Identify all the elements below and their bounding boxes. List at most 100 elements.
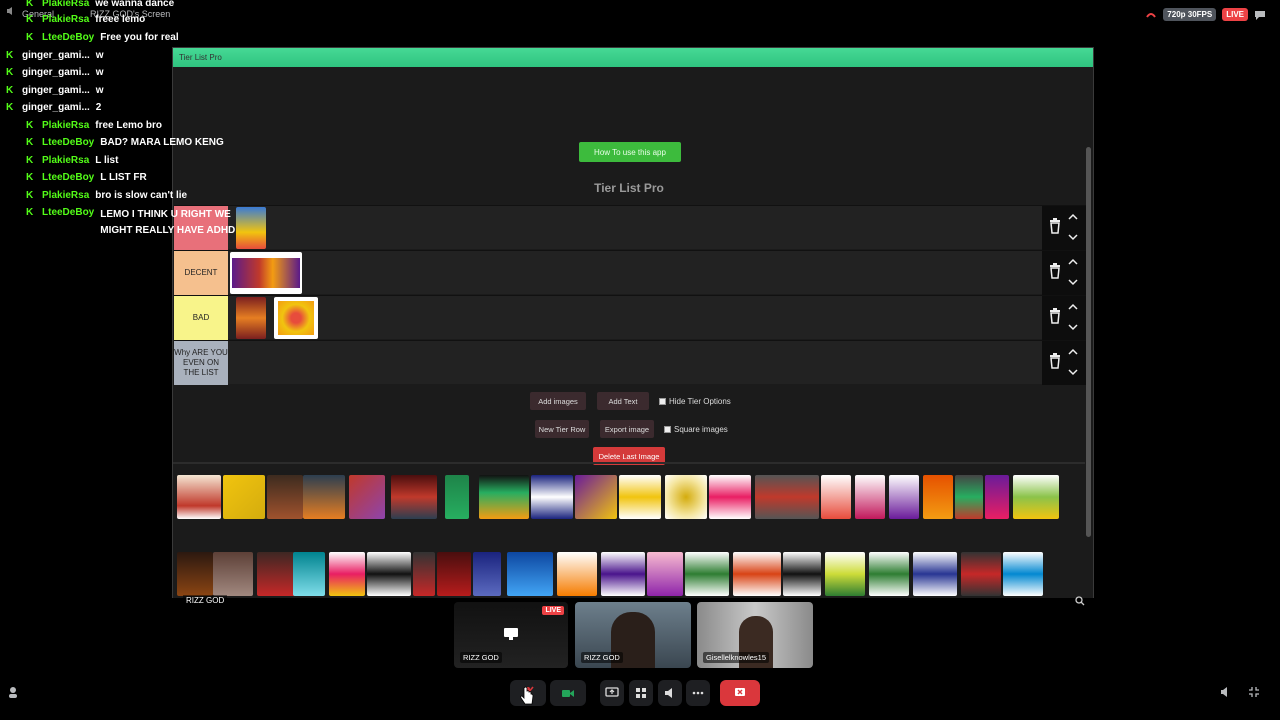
soundboard-button[interactable] <box>658 680 682 706</box>
pool-image[interactable] <box>1003 552 1043 596</box>
pool-image[interactable] <box>665 475 707 519</box>
pool-image[interactable] <box>293 552 325 596</box>
hide-tier-options-label: Hide Tier Options <box>669 397 731 406</box>
how-to-button[interactable]: How To use this app <box>579 142 681 162</box>
activities-button[interactable] <box>629 680 653 706</box>
chevron-down-icon[interactable] <box>1068 277 1078 287</box>
add-text-button[interactable]: Add Text <box>597 392 649 410</box>
kick-icon: K <box>26 32 34 43</box>
add-images-button[interactable]: Add images <box>530 392 586 410</box>
pool-image[interactable] <box>913 552 957 596</box>
kick-icon: K <box>26 14 34 25</box>
kick-icon: K <box>26 120 34 131</box>
pool-image[interactable] <box>709 475 751 519</box>
pool-image[interactable] <box>955 475 983 519</box>
pool-image[interactable] <box>223 475 265 519</box>
pool-image[interactable] <box>257 552 297 596</box>
pool-image[interactable] <box>479 475 529 519</box>
tier-image[interactable] <box>274 297 318 339</box>
leave-call-button[interactable] <box>720 680 760 706</box>
pool-image[interactable] <box>437 552 471 596</box>
tier-label[interactable]: DECENT <box>174 251 228 295</box>
pool-image[interactable] <box>889 475 919 519</box>
pool-image[interactable] <box>825 552 865 596</box>
checkbox-box[interactable] <box>659 398 666 405</box>
tier-label[interactable]: Why ARE YOU EVEN ON THE LIST <box>174 341 228 385</box>
pool-image[interactable] <box>557 552 597 596</box>
square-images-checkbox[interactable]: Square images <box>664 425 728 434</box>
pool-image[interactable] <box>733 552 781 596</box>
pool-image[interactable] <box>391 475 437 519</box>
hide-tier-options-checkbox[interactable]: Hide Tier Options <box>659 397 731 406</box>
divider <box>173 462 1085 464</box>
pool-image[interactable] <box>869 552 909 596</box>
participant-tile[interactable]: LIVE RIZZ GOD <box>454 602 568 668</box>
chevron-up-icon[interactable] <box>1068 212 1078 222</box>
pool-image[interactable] <box>445 475 469 519</box>
tier-row <box>174 205 1086 250</box>
pool-image[interactable] <box>329 552 365 596</box>
pool-image[interactable] <box>821 475 851 519</box>
grid-icon <box>636 688 646 698</box>
pool-image[interactable] <box>755 475 819 519</box>
speaker-icon[interactable] <box>6 6 16 16</box>
pool-image[interactable] <box>601 552 645 596</box>
tier-image[interactable] <box>236 297 266 339</box>
pool-image[interactable] <box>923 475 953 519</box>
volume-icon[interactable] <box>1220 686 1232 698</box>
trash-icon[interactable] <box>1049 263 1061 279</box>
chevron-up-icon[interactable] <box>1068 302 1078 312</box>
export-image-button[interactable]: Export image <box>600 420 654 438</box>
checkbox-box[interactable] <box>664 426 671 433</box>
more-options-button[interactable] <box>686 680 710 706</box>
chat-username: PlakieRsa <box>42 14 90 25</box>
chat-bubble-icon[interactable] <box>1254 9 1266 21</box>
pool-image[interactable] <box>855 475 885 519</box>
pool-image[interactable] <box>177 475 221 519</box>
new-tier-row-button[interactable]: New Tier Row <box>535 420 589 438</box>
chat-message: K LteeDeBoy L LIST FR <box>26 172 147 183</box>
pool-image[interactable] <box>507 552 553 596</box>
quality-badge: 720p 30FPS <box>1163 8 1217 21</box>
pool-image[interactable] <box>177 552 213 596</box>
chat-username: ginger_gami... <box>22 85 90 96</box>
pool-image[interactable] <box>367 552 411 596</box>
zoom-icon[interactable] <box>1075 596 1085 606</box>
chat-username: LteeDeBoy <box>42 207 95 218</box>
chevron-up-icon[interactable] <box>1068 347 1078 357</box>
pool-image[interactable] <box>267 475 303 519</box>
pool-image[interactable] <box>531 475 573 519</box>
pool-image[interactable] <box>783 552 821 596</box>
pool-image[interactable] <box>575 475 617 519</box>
pool-image[interactable] <box>647 552 683 596</box>
chevron-down-icon[interactable] <box>1068 367 1078 377</box>
pool-image[interactable] <box>349 475 385 519</box>
activity-icon[interactable] <box>7 686 19 698</box>
pool-image[interactable] <box>961 552 1001 596</box>
chevron-up-icon[interactable] <box>1068 257 1078 267</box>
chat-message: K PlakieRsa freee lemo <box>26 14 145 25</box>
chevron-down-icon[interactable] <box>1068 232 1078 242</box>
call-controls <box>0 680 1280 706</box>
tier-image[interactable] <box>230 252 302 294</box>
pool-image[interactable] <box>303 475 345 519</box>
pool-image[interactable] <box>473 552 501 596</box>
tier-label[interactable]: BAD <box>174 296 228 340</box>
pool-image[interactable] <box>1013 475 1059 519</box>
fullscreen-exit-icon[interactable] <box>1248 686 1260 698</box>
trash-icon[interactable] <box>1049 353 1061 369</box>
trash-icon[interactable] <box>1049 218 1061 234</box>
pool-image[interactable] <box>685 552 729 596</box>
trash-icon[interactable] <box>1049 308 1061 324</box>
camera-button[interactable] <box>550 680 586 706</box>
pool-image[interactable] <box>213 552 253 596</box>
pool-image[interactable] <box>619 475 661 519</box>
chat-text: BAD? MARA LEMO KENG <box>100 137 224 148</box>
pool-image[interactable] <box>985 475 1009 519</box>
participant-tile[interactable]: RIZZ GOD <box>575 602 691 668</box>
participant-tile[interactable]: Gisellelknowles15 <box>697 602 813 668</box>
scrollbar[interactable] <box>1086 147 1091 537</box>
share-screen-button[interactable] <box>600 680 624 706</box>
pool-image[interactable] <box>413 552 435 596</box>
chevron-down-icon[interactable] <box>1068 322 1078 332</box>
